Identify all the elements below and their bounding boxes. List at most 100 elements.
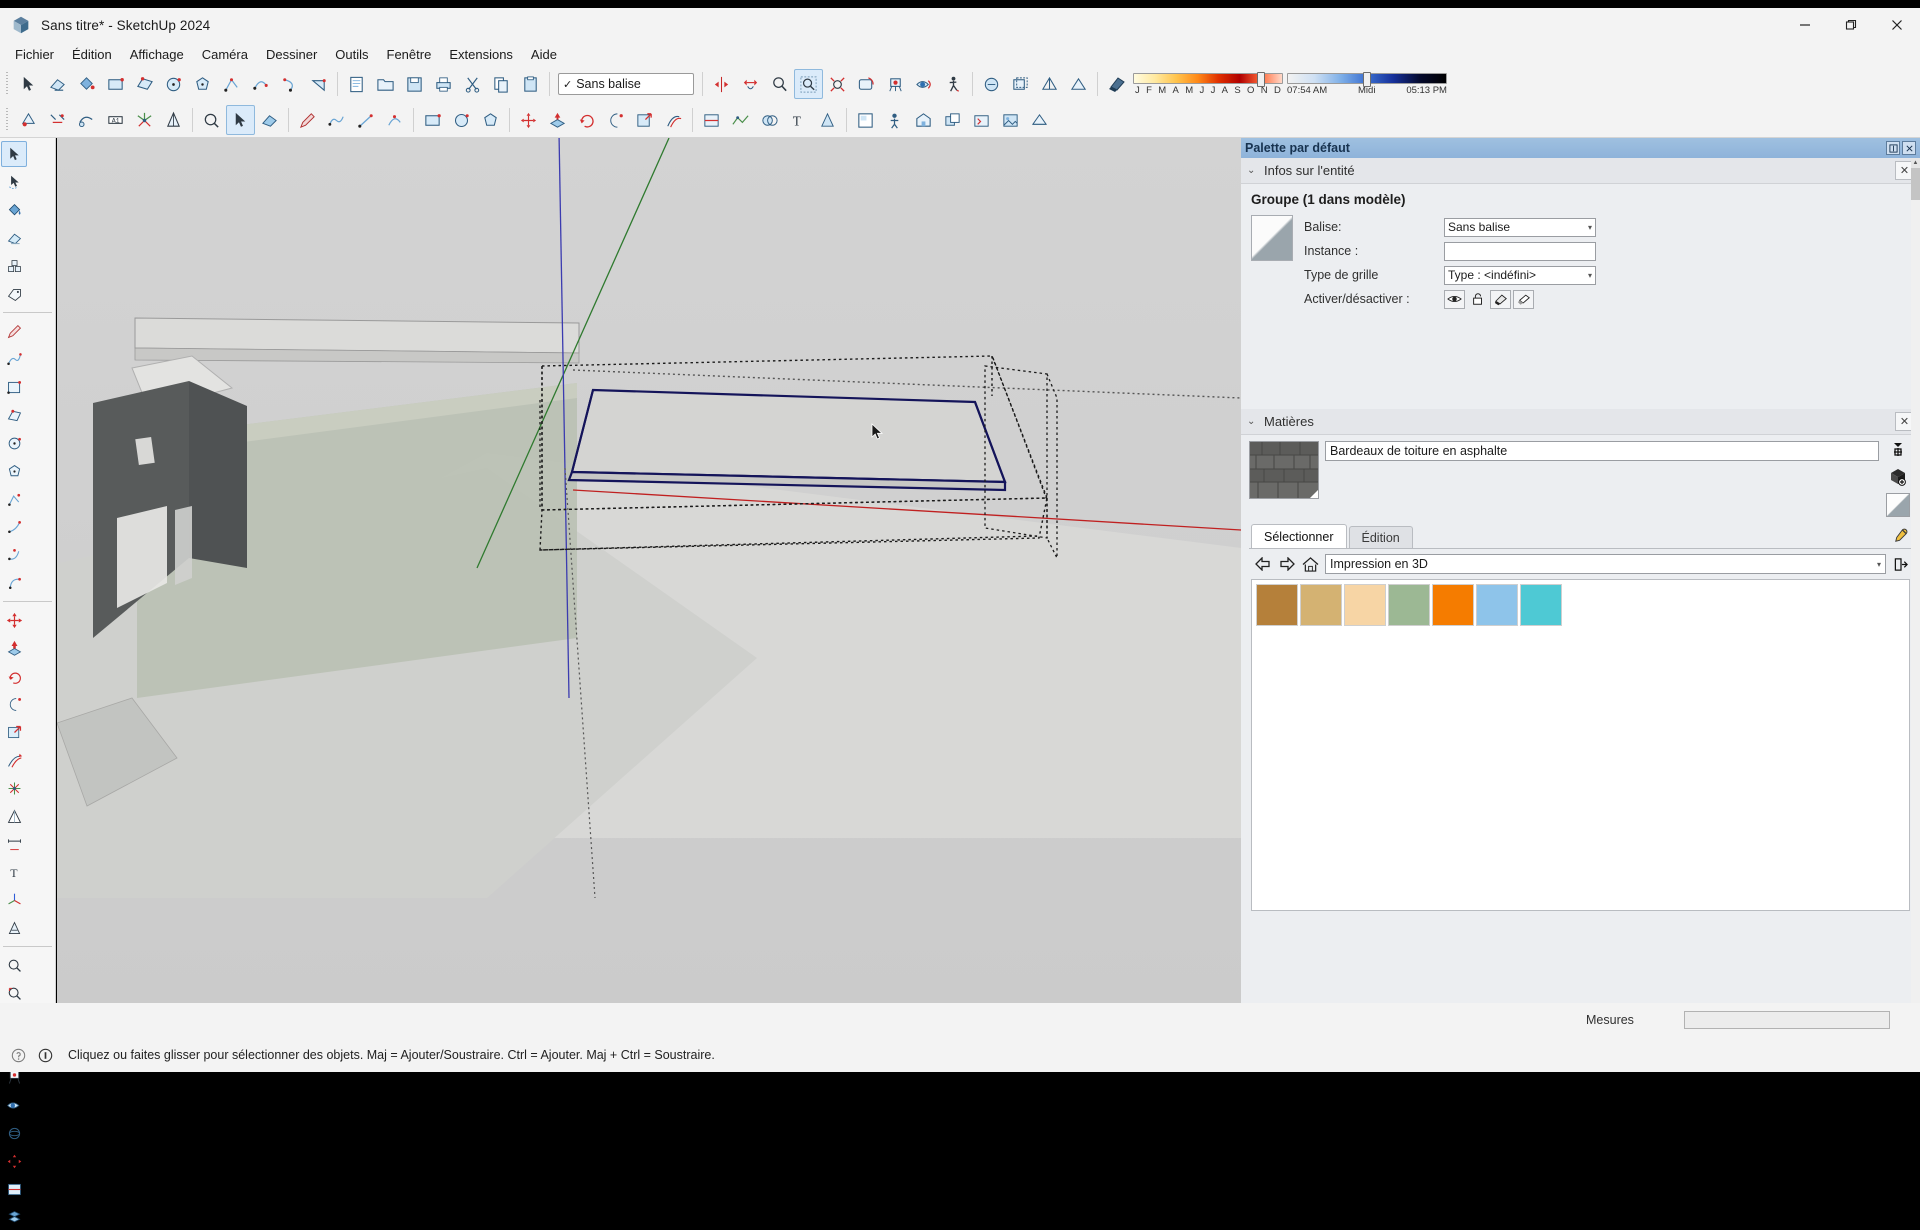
tape-measure-icon-left[interactable] <box>1 775 27 801</box>
print-icon[interactable] <box>429 69 458 99</box>
solid-tools-icon[interactable] <box>755 105 784 135</box>
followme-tool-icon[interactable] <box>601 105 630 135</box>
tag-selector[interactable]: ✓ Sans balise <box>558 73 694 95</box>
eraser2-icon[interactable] <box>255 105 284 135</box>
arc-icon-left[interactable] <box>1 514 27 540</box>
sage-green-swatch[interactable] <box>1388 584 1430 626</box>
three-point-arc-icon[interactable] <box>1 570 27 596</box>
geo-location-icon[interactable] <box>1025 105 1054 135</box>
position-camera-icon[interactable] <box>881 69 910 99</box>
line-icon[interactable] <box>217 69 246 99</box>
tray-scrollbar[interactable]: ▲ <box>1911 158 1920 1003</box>
rotate-tool-icon[interactable] <box>572 105 601 135</box>
time-slider-knob[interactable] <box>1363 71 1371 87</box>
protractor-icon[interactable] <box>130 105 159 135</box>
turquoise-swatch[interactable] <box>1520 584 1562 626</box>
zoom-icon-left[interactable] <box>1 952 27 978</box>
scroll-up-arrow[interactable]: ▲ <box>1911 158 1920 168</box>
pin-icon[interactable] <box>1886 141 1900 155</box>
instance-input[interactable] <box>1444 241 1596 261</box>
move-object-icon[interactable] <box>736 69 765 99</box>
look-around-icon-left[interactable] <box>1 1092 27 1118</box>
xray-icon-left[interactable] <box>1 1204 27 1230</box>
walk-icon[interactable] <box>939 69 968 99</box>
unlock-icon[interactable] <box>1467 290 1488 309</box>
back-edges-icon[interactable] <box>1006 69 1035 99</box>
eye-visible-icon[interactable] <box>1444 289 1465 309</box>
zoom-window-icon[interactable] <box>794 69 823 99</box>
eraser-icon[interactable] <box>43 69 72 99</box>
scale-icon-left[interactable] <box>1 719 27 745</box>
circle-icon-left[interactable] <box>1 430 27 456</box>
entity-info-header[interactable]: ⌄ Infos sur l'entité ✕ <box>1241 158 1920 184</box>
shadow-toggle-icon[interactable] <box>1102 69 1131 99</box>
rectangle-tool-icon[interactable] <box>418 105 447 135</box>
cut-icon[interactable] <box>458 69 487 99</box>
menu-affichage[interactable]: Affichage <box>121 44 193 65</box>
rotated-rectangle-icon[interactable] <box>130 69 159 99</box>
freehand-icon-left[interactable] <box>1 346 27 372</box>
3d-text-icon-left[interactable] <box>1 915 27 941</box>
circle-icon[interactable] <box>159 69 188 99</box>
axes-icon[interactable] <box>159 105 188 135</box>
shadow-month-slider[interactable]: J F M A M J J A S O N D <box>1133 71 1283 96</box>
line-icon-left[interactable] <box>1 486 27 512</box>
month-slider-knob[interactable] <box>1257 71 1266 87</box>
polygon-icon[interactable] <box>188 69 217 99</box>
tab-edition[interactable]: Édition <box>1348 526 1413 548</box>
protractor-icon-left[interactable] <box>1 803 27 829</box>
warehouse-icon[interactable] <box>909 105 938 135</box>
material-name-input[interactable]: Bardeaux de toiture en asphalte <box>1325 441 1879 461</box>
polygon-tool-icon[interactable] <box>476 105 505 135</box>
paste-icon[interactable] <box>516 69 545 99</box>
arrow-left-icon[interactable] <box>1253 555 1272 573</box>
receive-shadow-icon[interactable] <box>1513 289 1534 309</box>
orbit-icon-left[interactable] <box>1 1120 27 1146</box>
material-swatch-list[interactable] <box>1251 579 1910 911</box>
two-point-arc-icon[interactable] <box>1 542 27 568</box>
brown-swatch[interactable] <box>1256 584 1298 626</box>
eraser-icon-left[interactable] <box>1 225 27 251</box>
default-material-icon[interactable] <box>1886 493 1910 517</box>
zoom-extents-icon[interactable] <box>823 69 852 99</box>
hidden-line-icon[interactable] <box>1064 69 1093 99</box>
text-icon[interactable]: T <box>784 105 813 135</box>
select-arrow-icon[interactable] <box>1 141 27 167</box>
materials-header[interactable]: ⌄ Matières ✕ <box>1241 409 1920 435</box>
menu-aide[interactable]: Aide <box>522 44 566 65</box>
rotate-icon-left[interactable] <box>1 663 27 689</box>
home-icon[interactable] <box>1301 555 1320 573</box>
pushpull-icon-left[interactable] <box>1 635 27 661</box>
eyedropper-icon[interactable] <box>1888 526 1912 546</box>
asphalt-shingle-texture[interactable] <box>1249 441 1319 499</box>
close-icon[interactable] <box>1902 141 1916 155</box>
help-circle-icon[interactable] <box>9 1046 27 1064</box>
zoom-magnifier-icon[interactable] <box>197 105 226 135</box>
create-material-icon[interactable] <box>1887 467 1909 487</box>
move-tool-icon[interactable] <box>514 105 543 135</box>
balise-combo[interactable]: Sans balise ▾ <box>1444 217 1596 237</box>
component-cubes-icon[interactable] <box>1 253 27 279</box>
pencil-icon[interactable] <box>293 105 322 135</box>
open-folder-icon[interactable] <box>371 69 400 99</box>
details-menu-icon[interactable] <box>1891 555 1910 573</box>
arc-2pt-icon[interactable] <box>246 69 275 99</box>
move-icon-left[interactable] <box>1 607 27 633</box>
pie-icon[interactable] <box>304 69 333 99</box>
maximize-button[interactable] <box>1828 8 1874 42</box>
circle-tool-icon[interactable] <box>447 105 476 135</box>
followme-icon-left[interactable] <box>1 691 27 717</box>
shadow-time-slider[interactable]: 07:54 AM Midi 05:13 PM <box>1287 71 1447 96</box>
cast-shadow-icon[interactable] <box>1490 289 1511 309</box>
orbit-icon[interactable] <box>14 105 43 135</box>
menu-fenetre[interactable]: Fenêtre <box>378 44 441 65</box>
minimize-button[interactable] <box>1782 8 1828 42</box>
close-button[interactable] <box>1874 8 1920 42</box>
dimension-icon[interactable]: A1 <box>101 105 130 135</box>
scale-tool-icon[interactable] <box>630 105 659 135</box>
rectangle-icon[interactable] <box>101 69 130 99</box>
tan-swatch[interactable] <box>1300 584 1342 626</box>
text-icon-left[interactable]: T <box>1 859 27 885</box>
paint-bucket-icon[interactable] <box>72 69 101 99</box>
save-icon[interactable] <box>400 69 429 99</box>
